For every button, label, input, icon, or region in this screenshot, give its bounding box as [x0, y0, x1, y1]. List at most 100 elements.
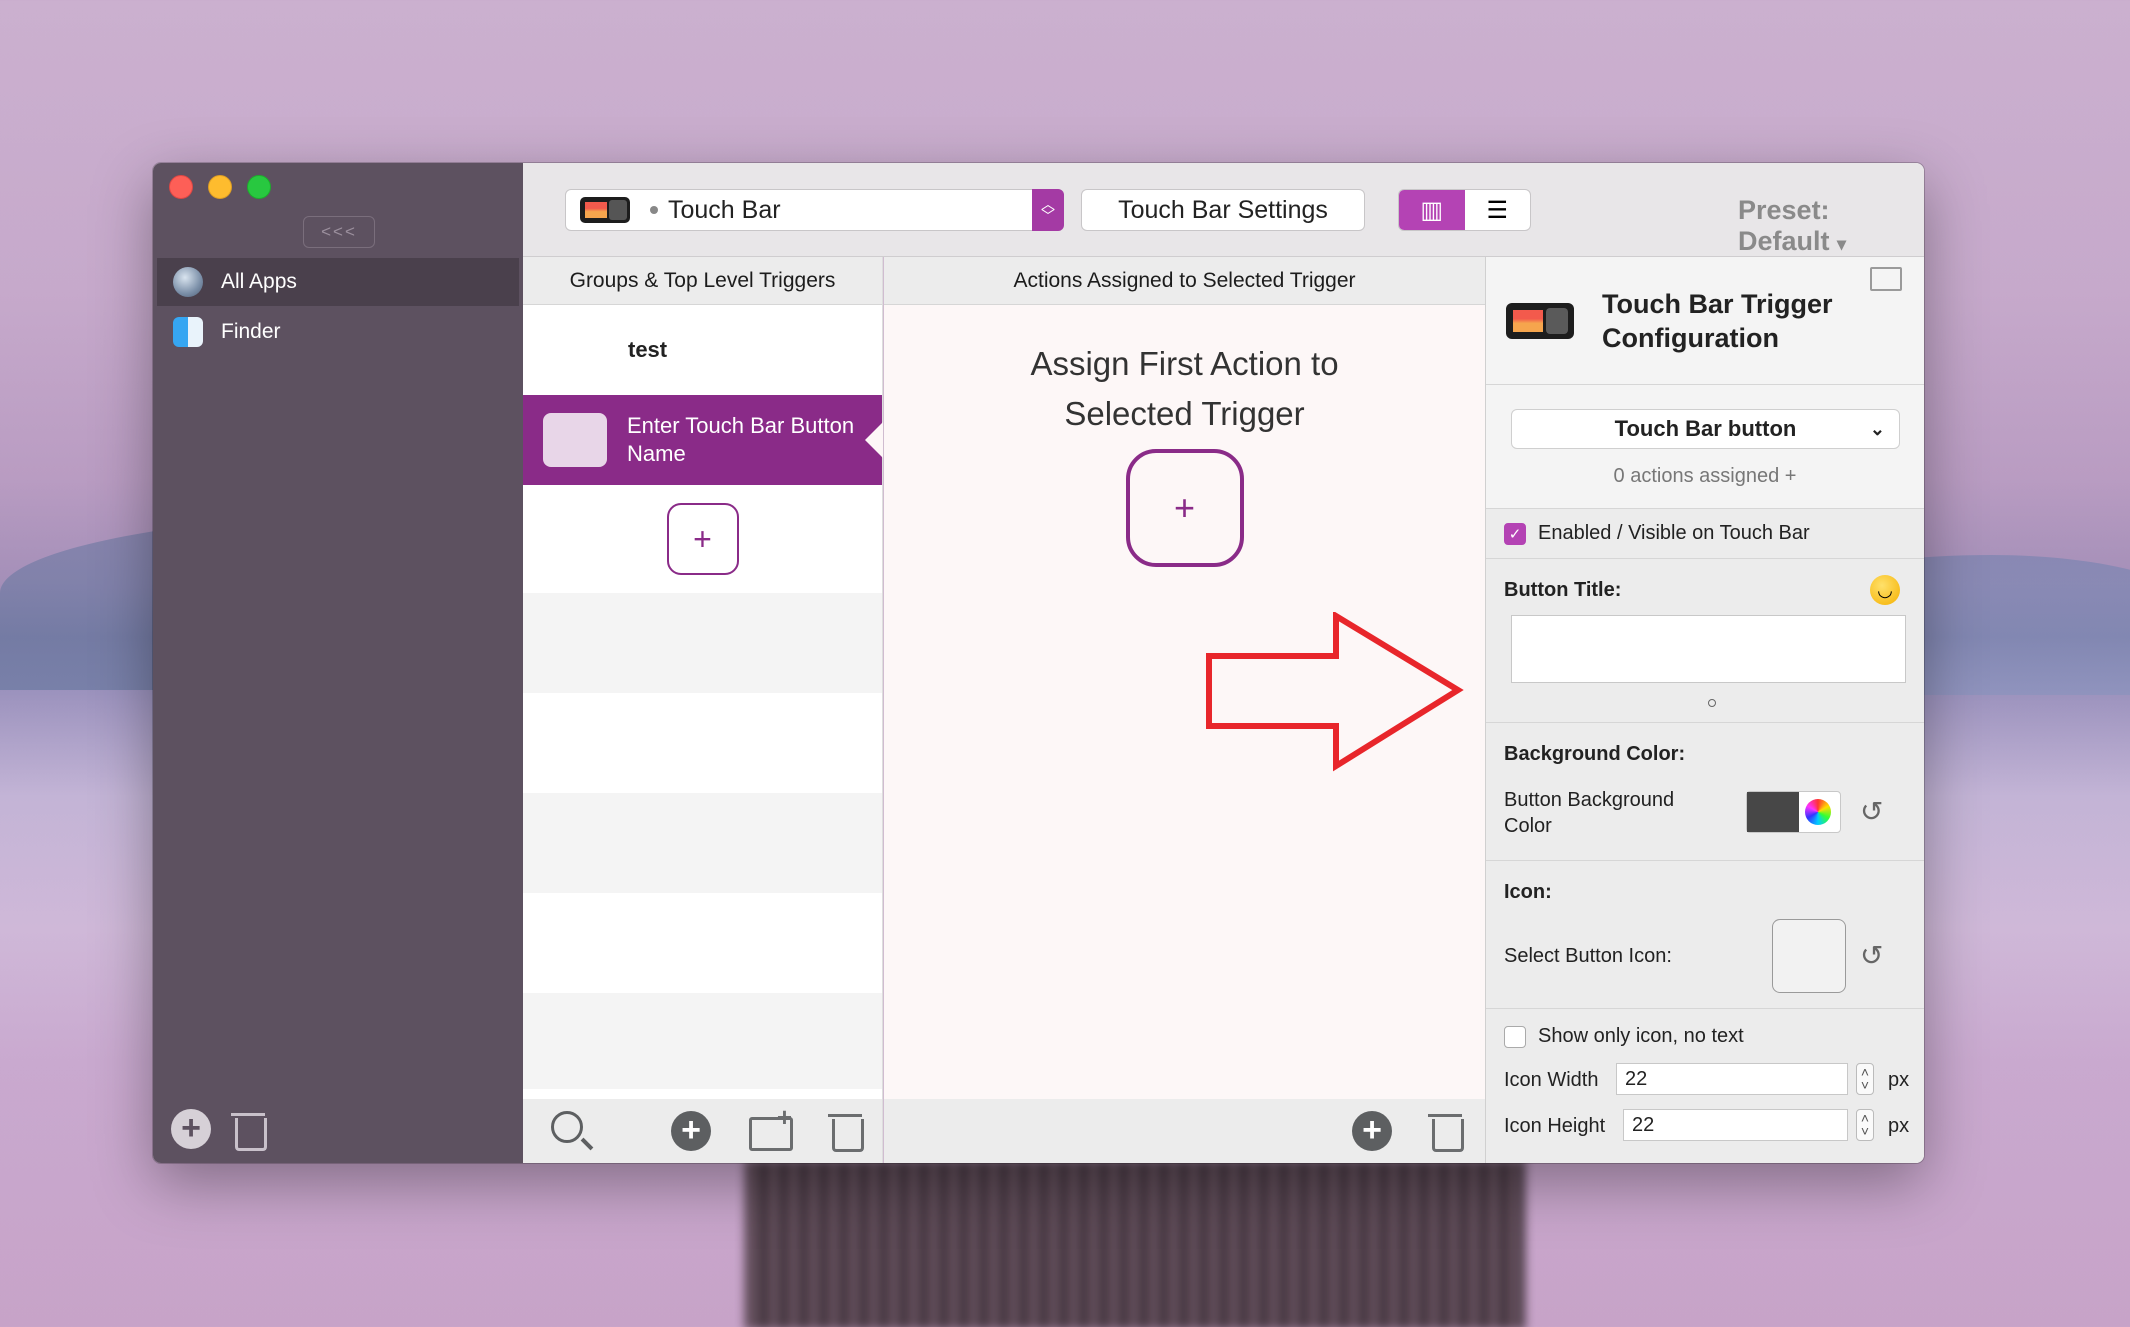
button-title-section: Button Title: ◡ [1486, 559, 1924, 723]
actions-footer: + [884, 1099, 1485, 1163]
add-trigger-button[interactable]: + [666, 503, 739, 575]
icon-height-stepper[interactable]: ˄ ˅ [1856, 1109, 1874, 1141]
bullet-icon [650, 206, 658, 214]
actions-header: Actions Assigned to Selected Trigger [884, 257, 1485, 305]
icon-section: Icon: Select Button Icon: ↺ [1486, 861, 1924, 1009]
empty-row [523, 693, 882, 793]
icon-width-unit: px [1888, 1069, 1910, 1091]
empty-row [523, 993, 882, 1089]
new-folder-icon[interactable] [749, 1102, 793, 1151]
icon-height-label: Icon Height [1504, 1115, 1606, 1137]
delete-app-trash-icon[interactable] [231, 1110, 267, 1151]
preset-menu[interactable]: Preset: Default ▾ [1738, 195, 1924, 257]
touch-bar-settings-button[interactable]: Touch Bar Settings [1081, 189, 1365, 231]
reset-color-icon[interactable]: ↺ [1860, 795, 1883, 828]
icon-width-label: Icon Width [1504, 1069, 1599, 1091]
icon-width-input[interactable]: 22 [1616, 1063, 1848, 1095]
config-title: Touch Bar Trigger Configuration [1602, 289, 1833, 353]
config-header: Touch Bar Trigger Configuration [1486, 257, 1924, 385]
add-first-action-button[interactable]: + [1125, 449, 1244, 567]
icon-height-input[interactable]: 22 [1623, 1109, 1848, 1141]
add-app-button[interactable]: + [171, 1109, 211, 1149]
sidebar-item-finder[interactable]: Finder [157, 308, 519, 356]
color-swatch [1747, 792, 1799, 832]
arrow-shape [1206, 612, 1464, 772]
touch-bar-icon [1506, 303, 1574, 339]
annotation-arrow [1206, 612, 1464, 772]
apps-sidebar: <<< All Apps Finder + [153, 163, 523, 1163]
background-color-section: Background Color: Button Background Colo… [1486, 723, 1924, 861]
add-trigger-round-button[interactable]: + [671, 1111, 711, 1151]
delete-action-trash-icon[interactable] [1428, 1111, 1464, 1152]
enabled-label: Enabled / Visible on Touch Bar [1538, 522, 1810, 544]
background-figure [745, 1160, 1525, 1327]
collapse-sidebar-button[interactable]: <<< [303, 216, 375, 248]
button-icon-well[interactable] [1772, 919, 1846, 993]
selection-notch [865, 422, 883, 458]
toolbar: Touch Bar ︿ ﹀ Touch Bar Settings ▥ ☰ Pres… [523, 163, 1924, 257]
trigger-item-label: test [628, 337, 668, 362]
add-trigger-area: + [523, 485, 882, 593]
trigger-type-label: Touch Bar button [1614, 416, 1797, 441]
finder-icon [173, 317, 203, 347]
background-color-heading: Background Color: [1504, 743, 1686, 765]
resize-handle-icon[interactable] [1708, 699, 1716, 707]
trigger-config-panel: Touch Bar Trigger Configuration Touch Ba… [1485, 257, 1924, 1163]
enabled-section: ✓ Enabled / Visible on Touch Bar [1486, 509, 1924, 559]
trigger-item-test[interactable]: test [523, 305, 882, 395]
icon-options-section: Show only icon, no text Icon Width 22 ˄ ˅… [1486, 1009, 1924, 1147]
show-only-icon-checkbox[interactable] [1504, 1025, 1526, 1048]
show-only-icon-label: Show only icon, no text [1538, 1025, 1744, 1047]
globe-icon [173, 267, 203, 297]
sidebar-item-label: All Apps [221, 270, 297, 293]
column-view-icon[interactable]: ▥ [1399, 190, 1465, 230]
detach-window-icon[interactable] [1870, 267, 1902, 291]
chevron-updown-icon[interactable]: ︿ ﹀ [1032, 189, 1064, 231]
app-window: <<< All Apps Finder + Touch Bar ︿ ﹀ Touch… [153, 163, 1924, 1163]
background-color-well[interactable] [1746, 791, 1841, 833]
empty-row [523, 593, 882, 693]
enabled-checkbox[interactable]: ✓ [1504, 522, 1526, 545]
trigger-mode-label: Touch Bar [668, 195, 781, 224]
empty-row [523, 893, 882, 993]
icon-heading: Icon: [1504, 881, 1552, 903]
trigger-type-select[interactable]: Touch Bar button ⌄ [1511, 409, 1900, 449]
trigger-type-section: Touch Bar button ⌄ 0 actions assigned + [1486, 385, 1924, 509]
icon-width-stepper[interactable]: ˄ ˅ [1856, 1063, 1874, 1095]
chevron-down-icon: ⌄ [1869, 418, 1885, 439]
reset-icon-icon[interactable]: ↺ [1860, 939, 1883, 972]
view-mode-toggle: ▥ ☰ [1398, 189, 1531, 231]
trigger-color-swatch [543, 413, 607, 467]
close-window-button[interactable] [169, 175, 193, 199]
dropdown-arrow-icon: ▾ [1837, 234, 1847, 254]
zoom-window-button[interactable] [247, 175, 271, 199]
empty-row [523, 793, 882, 893]
sidebar-item-label: Finder [221, 320, 281, 343]
button-title-input[interactable] [1511, 615, 1906, 683]
minimize-window-button[interactable] [208, 175, 232, 199]
trigger-mode-select[interactable]: Touch Bar ︿ ﹀ [565, 189, 1064, 231]
actions-assigned-link[interactable]: 0 actions assigned + [1486, 465, 1924, 488]
trigger-item-label: Enter Touch Bar Button Name [627, 413, 855, 466]
add-action-button[interactable]: + [1352, 1111, 1392, 1151]
button-title-label: Button Title: [1504, 579, 1622, 601]
emoji-picker-icon[interactable]: ◡ [1870, 575, 1900, 605]
triggers-panel: Groups & Top Level Triggers test Enter T… [523, 257, 883, 1163]
show-only-icon-row: Show only icon, no text [1504, 1025, 1744, 1048]
assign-title-line2: Selected Trigger [1064, 395, 1305, 432]
triggers-header: Groups & Top Level Triggers [523, 257, 882, 305]
color-wheel-icon[interactable] [1805, 799, 1831, 825]
triggers-footer: + [523, 1099, 882, 1163]
button-background-color-label: Button Background Color [1504, 789, 1675, 837]
sidebar-footer: + [171, 1109, 267, 1151]
list-view-icon[interactable]: ☰ [1465, 190, 1531, 230]
window-controls [169, 175, 271, 199]
preset-label: Preset: Default [1738, 195, 1830, 256]
assign-action-title: Assign First Action to Selected Trigger [884, 339, 1485, 439]
assign-title-line1: Assign First Action to [1030, 345, 1339, 382]
sidebar-item-all-apps[interactable]: All Apps [157, 258, 519, 306]
touch-bar-icon [580, 197, 630, 223]
delete-trigger-trash-icon[interactable] [828, 1111, 864, 1152]
search-icon[interactable] [551, 1111, 583, 1143]
trigger-item-selected[interactable]: Enter Touch Bar Button Name [523, 395, 883, 485]
